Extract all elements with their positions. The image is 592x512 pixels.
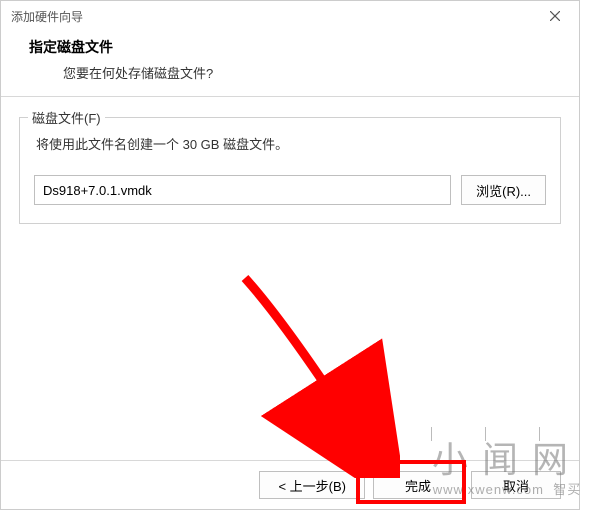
browse-button[interactable]: 浏览(R)... (461, 175, 546, 205)
disk-file-fieldset: 磁盘文件(F) 将使用此文件名创建一个 30 GB 磁盘文件。 浏览(R)... (19, 117, 561, 224)
file-row: 浏览(R)... (34, 175, 546, 205)
close-button[interactable] (533, 2, 577, 30)
wizard-dialog: 添加硬件向导 指定磁盘文件 您要在何处存储磁盘文件? 磁盘文件(F) 将使用此文… (0, 0, 580, 510)
header-subtitle: 您要在何处存储磁盘文件? (29, 63, 563, 82)
header-title: 指定磁盘文件 (29, 37, 563, 57)
window-title: 添加硬件向导 (11, 8, 83, 25)
wizard-header: 指定磁盘文件 您要在何处存储磁盘文件? (1, 31, 579, 97)
titlebar: 添加硬件向导 (1, 1, 579, 31)
fieldset-legend: 磁盘文件(F) (28, 108, 105, 127)
wizard-content: 磁盘文件(F) 将使用此文件名创建一个 30 GB 磁盘文件。 浏览(R)... (1, 97, 579, 244)
wizard-footer: < 上一步(B) 完成 取消 (1, 460, 579, 509)
back-button[interactable]: < 上一步(B) (259, 471, 365, 499)
cancel-button[interactable]: 取消 (471, 471, 561, 499)
close-icon (550, 11, 560, 21)
disk-filename-input[interactable] (34, 175, 451, 205)
fieldset-description: 将使用此文件名创建一个 30 GB 磁盘文件。 (34, 134, 546, 153)
finish-button[interactable]: 完成 (373, 471, 463, 499)
